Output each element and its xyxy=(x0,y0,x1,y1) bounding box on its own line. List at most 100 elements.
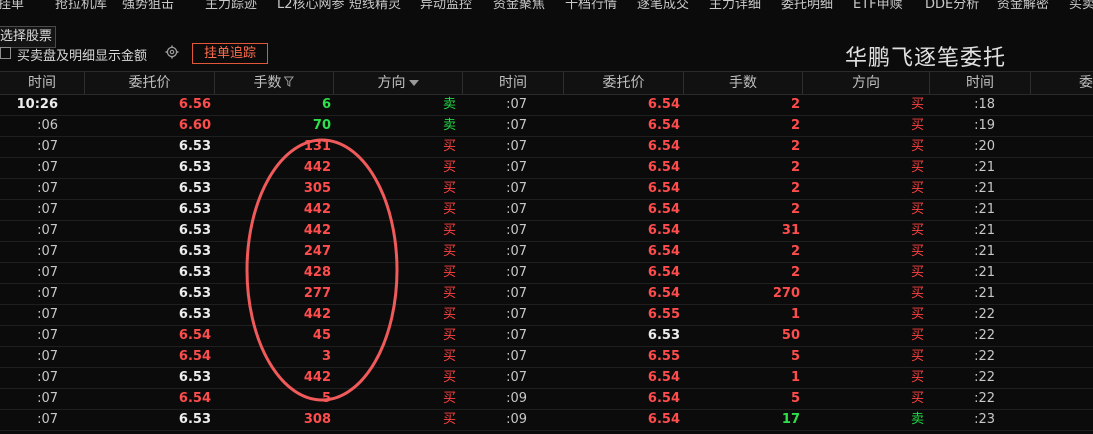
nav-tab[interactable]: 抢拉机库 xyxy=(55,0,107,12)
header-direction-1[interactable]: 方向 xyxy=(334,72,462,94)
nav-tab[interactable]: 资金解密 xyxy=(997,0,1049,12)
nav-tab[interactable]: 逐笔成交 xyxy=(637,0,689,12)
table-row[interactable]: :07 6.53 428 买:07 6.54 2 买:21 xyxy=(0,262,1093,284)
direction-cell: 买 xyxy=(442,202,456,217)
table-row[interactable]: :07 6.53 305 买:07 6.54 2 买:21 xyxy=(0,178,1093,200)
time-cell: :07 xyxy=(506,118,527,133)
quantity-cell: 305 xyxy=(303,181,331,196)
time-cell: :07 xyxy=(37,223,58,238)
header-time-1[interactable]: 时间 xyxy=(0,72,84,94)
nav-tab[interactable]: 主力详细 xyxy=(709,0,761,12)
nav-tab[interactable]: 主力踪迹 xyxy=(205,0,257,12)
quantity-cell: 442 xyxy=(303,160,331,175)
header-qty-1[interactable]: 手数 xyxy=(215,72,333,94)
price-cell: 6.54 xyxy=(647,265,680,280)
time-cell: :07 xyxy=(37,370,58,385)
direction-cell: 买 xyxy=(442,181,456,196)
table-row[interactable]: 10:26 6.56 6 卖:07 6.54 2 买:18 xyxy=(0,94,1093,116)
table-row[interactable]: :07 6.53 442 买:07 6.54 31 买:21 xyxy=(0,220,1093,242)
table-row[interactable]: :07 6.53 442 买 :07 6.54 2 买 :21 xyxy=(0,199,1093,221)
nav-tab[interactable]: 十档行情 xyxy=(565,0,617,12)
direction-cell: 买 xyxy=(910,370,924,385)
header-direction-2[interactable]: 方向 xyxy=(803,72,929,94)
quantity-cell: 2 xyxy=(790,244,800,259)
header-qty-2[interactable]: 手数 xyxy=(684,72,802,94)
nav-tab[interactable]: ETF申赎 xyxy=(853,0,903,12)
direction-cell: 卖 xyxy=(442,97,456,112)
direction-cell: 买 xyxy=(442,265,456,280)
direction-cell: 买 xyxy=(910,118,924,133)
direction-cell: 买 xyxy=(442,370,456,385)
price-cell: 6.54 xyxy=(647,97,680,112)
header-time-2[interactable]: 时间 xyxy=(463,72,563,94)
time-cell: :07 xyxy=(37,202,58,217)
direction-cell: 买 xyxy=(442,160,456,175)
header-price-1[interactable]: 委托价 xyxy=(85,72,214,94)
table-row[interactable]: :07 6.53 277 买:07 6.54 270 买:21 xyxy=(0,283,1093,305)
direction-cell: 买 xyxy=(910,202,924,217)
table-row[interactable]: :07 6.53 247 买:07 6.54 2 买:21 xyxy=(0,241,1093,263)
time-cell: :07 xyxy=(506,202,527,217)
time-cell: :23 xyxy=(974,412,995,427)
header-price-2[interactable]: 委托价 xyxy=(564,72,683,94)
table-row[interactable]: :06 6.60 70 卖:07 6.54 2 买:19 xyxy=(0,115,1093,137)
price-cell: 6.53 xyxy=(647,328,680,343)
price-cell: 6.54 xyxy=(647,118,680,133)
table-row[interactable]: :07 6.53 442 买:07 6.54 1 买:22 xyxy=(0,367,1093,389)
nav-tab[interactable]: 异动监控 xyxy=(420,0,472,12)
table-row[interactable]: :07 6.54 5 买:09 6.54 5 买:22 xyxy=(0,388,1093,410)
header-time-3[interactable]: 时间 xyxy=(930,72,1030,94)
time-cell: :21 xyxy=(974,202,995,217)
table-row[interactable]: :07 6.54 3 买:07 6.55 5 买:22 xyxy=(0,346,1093,368)
time-cell: :07 xyxy=(37,181,58,196)
pending-order-tracking-button[interactable]: 挂单追踪 xyxy=(192,43,268,64)
filter-icon[interactable] xyxy=(282,76,295,88)
nav-tab[interactable]: 资金聚焦 xyxy=(493,0,545,12)
table-row[interactable]: :07 6.54 45 买:07 6.53 50 买:22 xyxy=(0,325,1093,347)
price-cell: 6.54 xyxy=(647,202,680,217)
price-cell: 6.53 xyxy=(178,181,211,196)
sort-down-icon[interactable] xyxy=(408,79,419,87)
price-cell: 6.53 xyxy=(178,307,211,322)
nav-tab[interactable]: 强势狙击 xyxy=(122,0,174,12)
nav-tab[interactable]: L2核心网参 xyxy=(277,0,345,12)
table-row[interactable]: :07 6.53 308 买:09 6.54 17 卖:23 xyxy=(0,409,1093,431)
time-cell: :20 xyxy=(974,139,995,154)
time-cell: :21 xyxy=(974,265,995,280)
direction-cell: 买 xyxy=(910,307,924,322)
direction-cell: 买 xyxy=(910,328,924,343)
time-cell: :07 xyxy=(506,307,527,322)
table-row[interactable]: :07 6.53 442 买:07 6.55 1 买:22 xyxy=(0,304,1093,326)
price-cell: 6.54 xyxy=(647,181,680,196)
header-direction-1-label: 方向 xyxy=(377,75,406,91)
price-cell: 6.54 xyxy=(178,349,211,364)
price-cell: 6.53 xyxy=(178,139,211,154)
nav-tab[interactable]: 挂单 xyxy=(0,0,24,12)
quantity-cell: 31 xyxy=(781,223,800,238)
direction-cell: 买 xyxy=(910,223,924,238)
price-cell: 6.54 xyxy=(647,370,680,385)
nav-tab[interactable]: 短线精灵 xyxy=(349,0,401,12)
direction-cell: 买 xyxy=(442,244,456,259)
time-cell: :07 xyxy=(37,328,58,343)
gear-icon[interactable] xyxy=(165,45,179,59)
quantity-cell: 270 xyxy=(772,286,800,301)
show-amount-checkbox[interactable] xyxy=(0,47,11,59)
price-cell: 6.54 xyxy=(647,286,680,301)
quantity-cell: 442 xyxy=(303,202,331,217)
price-cell: 6.53 xyxy=(178,370,211,385)
quantity-cell: 5 xyxy=(790,391,800,406)
nav-tab[interactable]: 买卖 xyxy=(1069,0,1093,12)
table-row[interactable]: :07 6.53 442 买:07 6.54 2 买:21 xyxy=(0,157,1093,179)
direction-cell: 买 xyxy=(910,160,924,175)
quantity-cell: 2 xyxy=(790,202,800,217)
price-cell: 6.54 xyxy=(647,160,680,175)
quantity-cell: 131 xyxy=(303,139,331,154)
nav-tab[interactable]: DDE分析 xyxy=(925,0,979,12)
nav-tab[interactable]: 委托明细 xyxy=(781,0,833,12)
price-cell: 6.53 xyxy=(178,286,211,301)
time-cell: :07 xyxy=(37,391,58,406)
price-cell: 6.53 xyxy=(178,202,211,217)
table-row[interactable]: :07 6.53 131 买:07 6.54 2 买:20 xyxy=(0,136,1093,158)
header-price-3[interactable]: 委 xyxy=(1031,72,1093,94)
